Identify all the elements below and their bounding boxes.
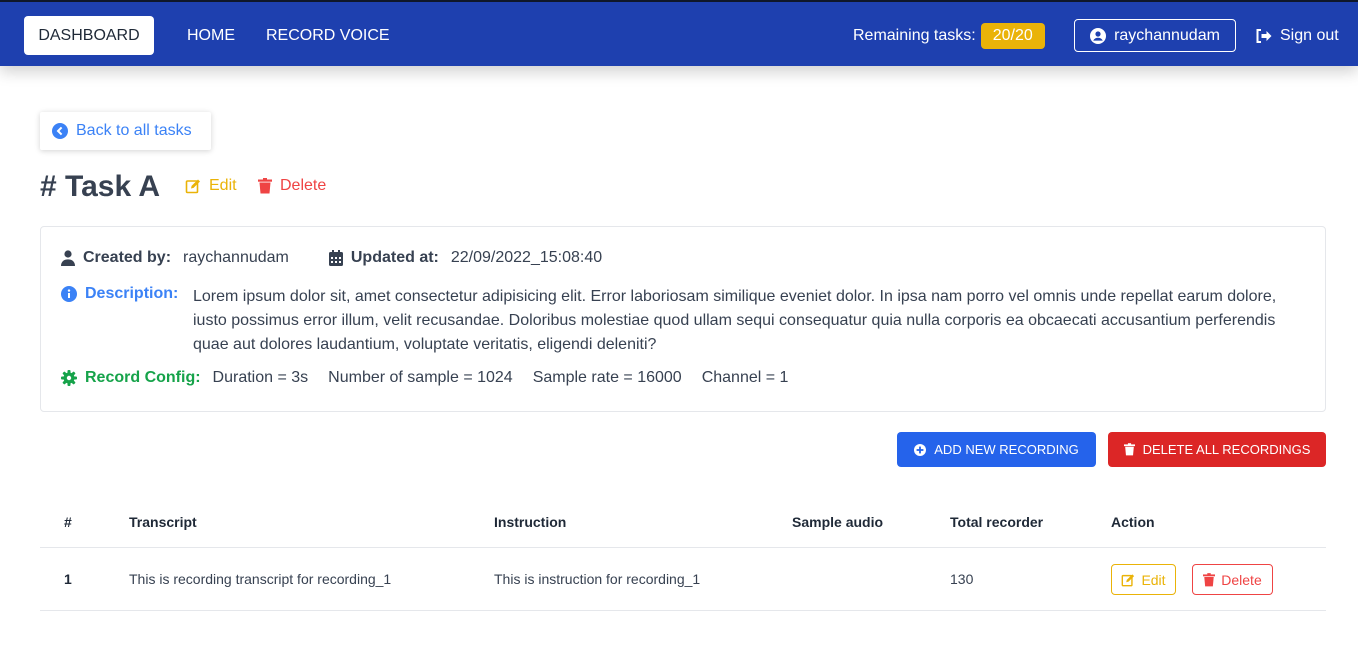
config-channel: Channel = 1: [701, 369, 789, 386]
calendar-icon: [328, 250, 343, 266]
info-circle-icon: [61, 286, 77, 302]
column-header-transcript: Transcript: [129, 513, 197, 530]
sign-out-label: Sign out: [1280, 26, 1339, 44]
navbar: DASHBOARD HOME RECORD VOICE Remaining ta…: [0, 0, 1358, 66]
created-by-value: raychannudam: [183, 249, 289, 266]
edit-icon: [185, 178, 201, 194]
column-header-sample-audio: Sample audio: [792, 513, 884, 530]
row-delete-label: Delete: [1221, 571, 1262, 588]
updated-at-value: 22/09/2022_15:08:40: [450, 249, 603, 266]
row-instruction: This is instruction for recording_1: [494, 571, 701, 587]
column-header-number: #: [64, 513, 72, 530]
username-label: raychannudam: [1114, 26, 1220, 44]
chevron-left-circle-icon: [52, 123, 68, 139]
user-profile-button[interactable]: raychannudam: [1074, 19, 1236, 52]
record-config-label: Record Config:: [85, 369, 201, 386]
remaining-tasks-badge: 20/20: [980, 23, 1045, 49]
nav-dashboard-button[interactable]: DASHBOARD: [24, 16, 154, 55]
table-row: 1 This is recording transcript for recor…: [40, 548, 1326, 611]
config-duration: Duration = 3s: [212, 369, 309, 386]
remaining-tasks: Remaining tasks: 20/20: [853, 22, 1045, 50]
description-text: Lorem ipsum dolor sit, amet consectetur …: [193, 288, 1277, 353]
delete-all-recordings-button[interactable]: DELETE ALL RECORDINGS: [1108, 432, 1326, 467]
column-header-instruction: Instruction: [494, 513, 567, 530]
description-label: Description:: [85, 285, 179, 302]
config-sample-rate: Sample rate = 16000: [532, 369, 682, 386]
config-sample-count: Number of sample = 1024: [328, 369, 513, 386]
edit-task-label: Edit: [209, 177, 237, 194]
row-delete-button[interactable]: Delete: [1192, 564, 1273, 595]
nav-record-voice-link[interactable]: RECORD VOICE: [266, 16, 390, 55]
task-info-card: Created by: raychannudam Updated at: 22/…: [40, 226, 1326, 412]
table-header: # Transcript Instruction Sample audio To…: [40, 496, 1326, 548]
nav-home-link[interactable]: HOME: [187, 16, 235, 55]
delete-task-button[interactable]: Delete: [258, 177, 326, 195]
delete-all-recordings-label: DELETE ALL RECORDINGS: [1142, 442, 1311, 457]
back-label: Back to all tasks: [76, 122, 192, 139]
column-header-action: Action: [1111, 513, 1155, 530]
row-transcript: This is recording transcript for recordi…: [129, 571, 392, 587]
trash-icon: [1123, 443, 1135, 456]
user-icon: [61, 250, 75, 266]
trash-icon: [1203, 572, 1216, 587]
column-header-total-recorder: Total recorder: [950, 513, 1044, 530]
sign-out-button[interactable]: Sign out: [1255, 19, 1339, 52]
gear-icon: [61, 370, 77, 386]
updated-at-label: Updated at:: [350, 249, 439, 266]
edit-task-button[interactable]: Edit: [185, 177, 237, 195]
plus-circle-icon: [914, 443, 927, 456]
delete-task-label: Delete: [280, 177, 327, 194]
row-edit-label: Edit: [1141, 571, 1166, 588]
add-new-recording-label: ADD NEW RECORDING: [934, 442, 1079, 457]
task-meta-row: Created by: raychannudam Updated at: 22/…: [61, 249, 602, 267]
remaining-tasks-label: Remaining tasks:: [853, 27, 976, 44]
trash-icon: [258, 178, 272, 194]
created-by-label: Created by:: [83, 249, 172, 266]
description-label-group: Description:: [61, 285, 178, 303]
row-edit-button[interactable]: Edit: [1111, 564, 1176, 595]
record-config-row: Record Config: Duration = 3s Number of s…: [61, 369, 788, 387]
sign-out-icon: [1255, 28, 1272, 44]
page-title: # Task A: [40, 170, 161, 203]
back-to-tasks-button[interactable]: Back to all tasks: [40, 112, 211, 150]
row-total-recorder: 130: [950, 571, 974, 587]
row-number: 1: [64, 571, 72, 587]
user-circle-icon: [1090, 27, 1107, 44]
add-new-recording-button[interactable]: ADD NEW RECORDING: [897, 432, 1096, 467]
edit-icon: [1121, 573, 1135, 587]
